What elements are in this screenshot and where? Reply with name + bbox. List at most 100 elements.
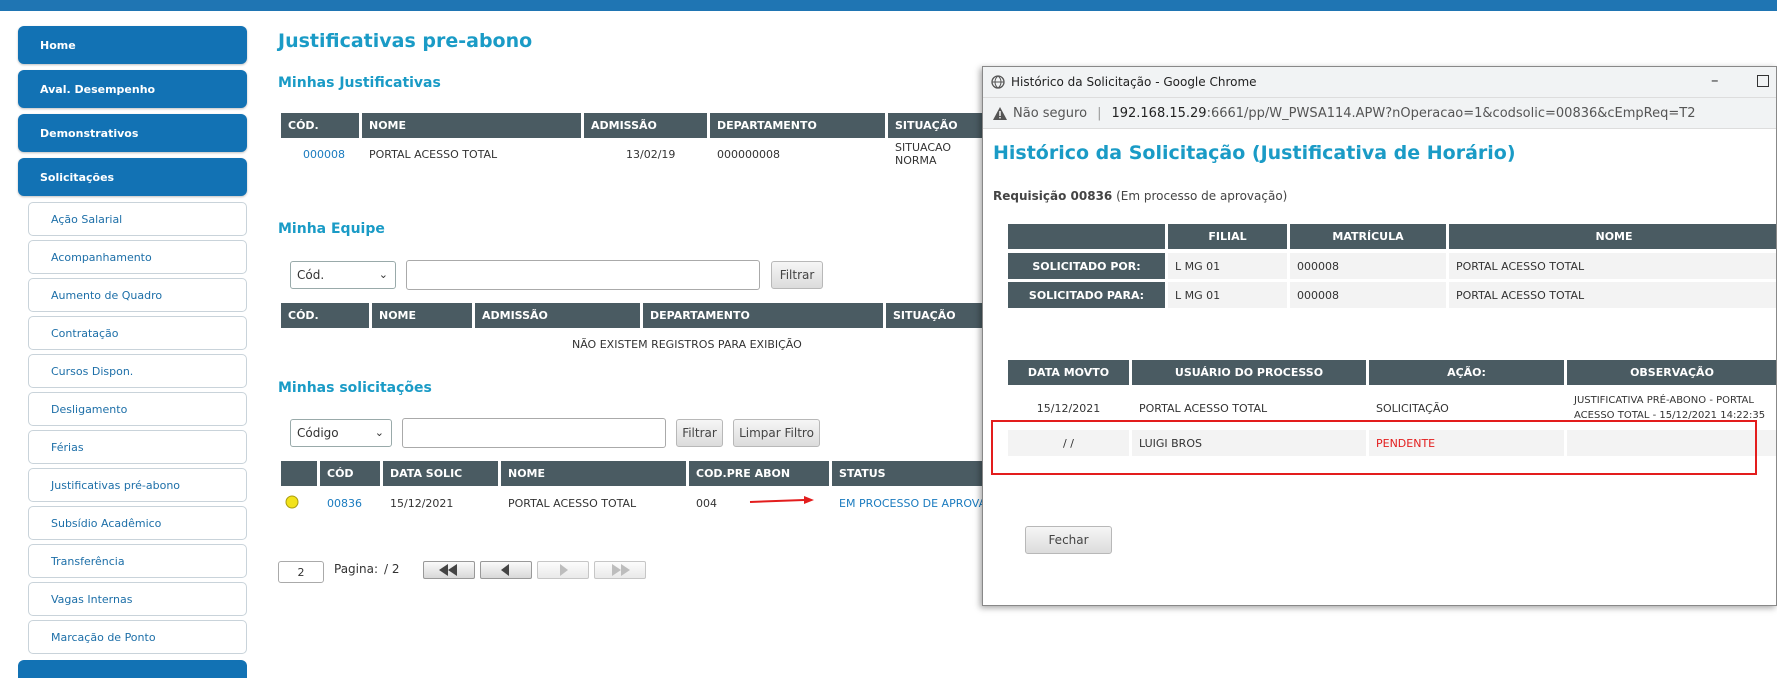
equipe-filter-button[interactable]: Filtrar bbox=[771, 261, 823, 289]
sidebar-item-acompanhamento[interactable]: Acompanhamento bbox=[28, 240, 247, 274]
info-row: SOLICITADO POR: L MG 01 000008 PORTAL AC… bbox=[1008, 253, 1776, 279]
col-header: SITUAÇÃO bbox=[888, 113, 988, 138]
window-titlebar: Histórico da Solicitação - Google Chrome… bbox=[983, 67, 1776, 98]
col-header: CÓD. bbox=[281, 303, 369, 328]
page-input[interactable]: 2 bbox=[278, 561, 324, 583]
solicitacoes-filter-select[interactable]: Código ⌄ bbox=[290, 419, 392, 447]
col-header: CÓD. bbox=[281, 113, 359, 138]
sidebar: Home Aval. Desempenho Demonstrativos Sol… bbox=[18, 26, 247, 678]
sidebar-item-ferias[interactable]: Férias bbox=[28, 430, 247, 464]
menu-label: Demonstrativos bbox=[40, 126, 139, 140]
section-title-minhas-solicitacoes: Minhas solicitações bbox=[278, 380, 432, 396]
last-page-button[interactable] bbox=[594, 561, 646, 579]
cell-filial: L MG 01 bbox=[1168, 253, 1287, 279]
sidebar-item-label: Contratação bbox=[51, 326, 119, 340]
sidebar-item-cursos[interactable]: Cursos Dispon. bbox=[28, 354, 247, 388]
maximize-icon[interactable] bbox=[1757, 75, 1769, 87]
col-header: AÇÃO: bbox=[1369, 360, 1564, 385]
sidebar-item-justificativas[interactable]: Justificativas pré-abono bbox=[28, 468, 247, 502]
cell-admissao: 13/02/19 bbox=[626, 147, 676, 161]
sidebar-item-subsidio[interactable]: Subsídio Acadêmico bbox=[28, 506, 247, 540]
history-popup-window: Histórico da Solicitação - Google Chrome… bbox=[982, 66, 1777, 606]
section-title-minha-equipe: Minha Equipe bbox=[278, 221, 385, 237]
sidebar-item-desligamento[interactable]: Desligamento bbox=[28, 392, 247, 426]
sidebar-item-label: Desligamento bbox=[51, 402, 128, 416]
col-header: DEPARTAMENTO bbox=[710, 113, 885, 138]
sidebar-item-label: Marcação de Ponto bbox=[51, 630, 156, 644]
not-secure-label: Não seguro bbox=[1013, 105, 1088, 121]
cod-link[interactable]: 00836 bbox=[320, 497, 383, 510]
sidebar-item-label: Ação Salarial bbox=[51, 212, 123, 226]
first-page-button[interactable] bbox=[423, 561, 475, 579]
status-link[interactable]: EM PROCESSO DE APROVAÇÃO bbox=[832, 497, 992, 510]
menu-label: Aval. Desempenho bbox=[40, 82, 156, 96]
cell-filial: L MG 01 bbox=[1168, 282, 1287, 308]
cell-nome: PORTAL ACESSO TOTAL bbox=[369, 147, 498, 161]
col-header: ADMISSÃO bbox=[475, 303, 640, 328]
menu-aval-desempenho[interactable]: Aval. Desempenho bbox=[18, 70, 247, 108]
address-bar[interactable]: Não seguro | 192.168.15.29:6661/pp/W_PWS… bbox=[983, 98, 1776, 129]
sidebar-item-label: Subsídio Acadêmico bbox=[51, 516, 162, 530]
cell-matricula: 000008 bbox=[1290, 253, 1446, 279]
sidebar-item-label: Cursos Dispon. bbox=[51, 364, 134, 378]
col-header: NOME bbox=[372, 303, 472, 328]
menu-label: Home bbox=[40, 38, 76, 52]
col-header: SITUAÇÃO bbox=[886, 303, 986, 328]
col-header: FILIAL bbox=[1168, 224, 1287, 249]
solicitacoes-filter-input[interactable] bbox=[402, 418, 666, 448]
cell-matricula: 000008 bbox=[1290, 282, 1446, 308]
sidebar-item-aumento-quadro[interactable]: Aumento de Quadro bbox=[28, 278, 247, 312]
minimize-icon[interactable]: – bbox=[1711, 71, 1719, 89]
top-bar bbox=[0, 0, 1777, 11]
next-page-button[interactable] bbox=[537, 561, 589, 579]
sidebar-item-vagas[interactable]: Vagas Internas bbox=[28, 582, 247, 616]
equipe-filter-input[interactable] bbox=[406, 260, 760, 290]
window-title: Histórico da Solicitação - Google Chrome bbox=[1011, 75, 1257, 89]
sidebar-item-label: Vagas Internas bbox=[51, 592, 133, 606]
double-left-arrow-icon bbox=[439, 564, 457, 576]
popup-heading: Histórico da Solicitação (Justificativa … bbox=[993, 142, 1516, 164]
request-number: Requisição 00836 bbox=[993, 189, 1113, 203]
col-header: DATA SOLIC bbox=[383, 461, 498, 486]
col-header: DEPARTAMENTO bbox=[643, 303, 883, 328]
clear-filter-button[interactable]: Limpar Filtro bbox=[733, 419, 820, 447]
history-table-header: DATA MOVTO USUÁRIO DO PROCESSO AÇÃO: OBS… bbox=[1008, 360, 1776, 385]
menu-home[interactable]: Home bbox=[18, 26, 247, 64]
url-host: 192.168.15.29 bbox=[1111, 105, 1207, 121]
menu-demonstrativos[interactable]: Demonstrativos bbox=[18, 114, 247, 152]
sidebar-item-marcacao-ponto[interactable]: Marcação de Ponto bbox=[28, 620, 247, 654]
col-header: OBSERVAÇÃO bbox=[1567, 360, 1776, 385]
section-title-minhas-justificativas: Minhas Justificativas bbox=[278, 75, 441, 91]
sidebar-item-contratacao[interactable]: Contratação bbox=[28, 316, 247, 350]
cod-link[interactable]: 000008 bbox=[281, 148, 362, 161]
col-header: STATUS bbox=[832, 461, 982, 486]
cell-data-solic: 15/12/2021 bbox=[390, 496, 454, 510]
sidebar-item-label: Transferência bbox=[51, 554, 125, 568]
chrome-globe-icon bbox=[991, 75, 1005, 89]
solicitacoes-filter-button[interactable]: Filtrar bbox=[676, 419, 723, 447]
col-header: NOME bbox=[501, 461, 686, 486]
col-header: ADMISSÃO bbox=[584, 113, 707, 138]
col-header-blank bbox=[281, 461, 317, 486]
highlight-box bbox=[991, 420, 1757, 475]
sidebar-item-transferencia[interactable]: Transferência bbox=[28, 544, 247, 578]
menu-next[interactable] bbox=[18, 660, 247, 678]
select-value: Código bbox=[297, 426, 339, 440]
warning-icon bbox=[993, 106, 1007, 120]
sidebar-item-label: Férias bbox=[51, 440, 84, 454]
select-value: Cód. bbox=[297, 268, 325, 282]
left-arrow-icon bbox=[501, 564, 509, 576]
prev-page-button[interactable] bbox=[480, 561, 532, 579]
double-right-arrow-icon bbox=[612, 564, 630, 576]
col-header: NOME bbox=[1449, 224, 1776, 249]
table-header: CÓD. NOME ADMISSÃO DEPARTAMENTO SITUAÇÃO bbox=[281, 303, 989, 328]
status-dot-icon bbox=[281, 495, 320, 512]
cell-departamento: 000000008 bbox=[717, 147, 780, 161]
sidebar-item-acao-salarial[interactable]: Ação Salarial bbox=[28, 202, 247, 236]
equipe-filter-select[interactable]: Cód. ⌄ bbox=[290, 261, 396, 289]
url-path: :6661/pp/W_PWSA114.APW?nOperacao=1&codso… bbox=[1206, 105, 1696, 121]
cell-nome: PORTAL ACESSO TOTAL bbox=[1449, 253, 1776, 279]
close-button[interactable]: Fechar bbox=[1025, 526, 1112, 554]
menu-solicitacoes[interactable]: Solicitações bbox=[18, 158, 247, 196]
request-info: Requisição 00836 (Em processo de aprovaç… bbox=[993, 189, 1287, 203]
